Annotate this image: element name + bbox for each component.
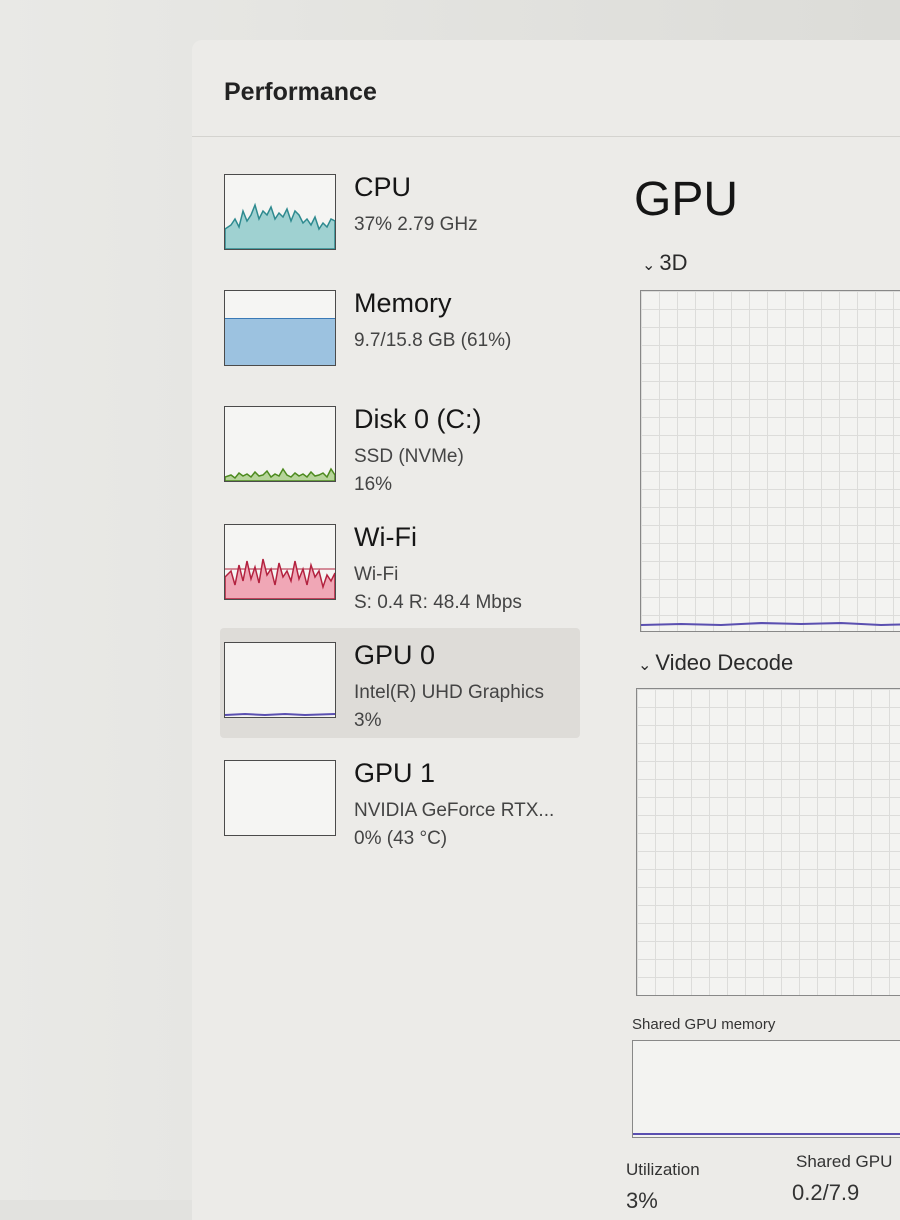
sidebar-item-value: S: 0.4 R: 48.4 Mbps — [354, 592, 522, 613]
engine-3d-selector[interactable]: ⌄ 3D — [642, 250, 688, 276]
page-title: Performance — [224, 78, 377, 106]
task-manager-window: Performance CPU 37% 2.79 GHz Memory 9.7/… — [192, 40, 900, 1220]
wifi-graph-area — [225, 558, 335, 599]
sidebar-item-value: 16% — [354, 474, 393, 495]
engine-video-decode-graph — [636, 688, 900, 996]
cpu-graph-area — [225, 202, 335, 249]
disk-graph-area — [225, 467, 335, 481]
sidebar-item-disk[interactable]: Disk 0 (C:) SSD (NVMe) 16% — [220, 392, 580, 502]
sidebar-item-memory[interactable]: Memory 9.7/15.8 GB (61%) — [220, 276, 580, 386]
sidebar-item-detail: NVIDIA GeForce RTX... — [354, 800, 555, 821]
sidebar-item-title: CPU — [354, 172, 412, 202]
sidebar-item-title: Wi-Fi — [354, 522, 417, 552]
sidebar-item-detail: 37% 2.79 GHz — [354, 214, 478, 235]
shared-gpu-value: 0.2/7.9 — [792, 1180, 860, 1205]
gpu-detail-panel: GPU ⌄ 3D ⌄ Video Decode Shared GPU memory … — [626, 160, 900, 1220]
wifi-mini-graph — [224, 524, 336, 600]
sidebar-item-wifi[interactable]: Wi-Fi Wi-Fi S: 0.4 R: 48.4 Mbps — [220, 510, 580, 620]
performance-sidebar: CPU 37% 2.79 GHz Memory 9.7/15.8 GB (61%… — [192, 160, 592, 920]
sidebar-item-gpu1[interactable]: GPU 1 NVIDIA GeForce RTX... 0% (43 °C) — [220, 746, 580, 856]
gpu0-graph-svg — [225, 712, 335, 717]
wifi-graph-svg — [225, 558, 335, 599]
shared-gpu-memory-svg — [633, 1133, 900, 1135]
shared-gpu-memory-graph — [632, 1040, 900, 1138]
sidebar-item-detail: Intel(R) UHD Graphics — [354, 682, 545, 703]
engine-video-decode-selector[interactable]: ⌄ Video Decode — [638, 650, 793, 676]
shared-gpu-memory-label: Shared GPU memory — [632, 1016, 776, 1033]
sidebar-item-value: 3% — [354, 710, 382, 731]
detail-title: GPU — [634, 173, 739, 226]
engine-3d-usage-line — [641, 621, 900, 627]
utilization-label: Utilization — [626, 1160, 700, 1179]
cpu-graph-svg — [225, 202, 335, 249]
engine-3d-label: 3D — [659, 250, 688, 275]
chevron-down-icon: ⌄ — [642, 257, 656, 274]
sidebar-item-title: GPU 0 — [354, 640, 436, 670]
sidebar-item-title: Memory — [354, 288, 452, 318]
title-divider — [192, 136, 900, 137]
disk-graph-svg — [225, 467, 335, 481]
sidebar-item-detail: SSD (NVMe) — [354, 446, 464, 467]
shared-gpu-label: Shared GPU — [796, 1152, 893, 1171]
sidebar-item-title: GPU 1 — [354, 758, 436, 788]
gpu0-mini-graph — [224, 642, 336, 718]
engine-3d-graph — [640, 290, 900, 632]
sidebar-item-title: Disk 0 (C:) — [354, 404, 482, 434]
disk-mini-graph — [224, 406, 336, 482]
engine-3d-graph-svg — [641, 621, 900, 627]
sidebar-item-detail: Wi-Fi — [354, 564, 399, 585]
memory-mini-graph — [224, 290, 336, 366]
chevron-down-icon: ⌄ — [638, 657, 652, 674]
cpu-mini-graph — [224, 174, 336, 250]
gpu1-mini-graph — [224, 760, 336, 836]
sidebar-item-cpu[interactable]: CPU 37% 2.79 GHz — [220, 160, 580, 270]
engine-video-decode-label: Video Decode — [655, 650, 794, 675]
utilization-value: 3% — [626, 1188, 658, 1213]
sidebar-item-gpu0[interactable]: GPU 0 Intel(R) UHD Graphics 3% — [220, 628, 580, 738]
sidebar-item-value: 0% (43 °C) — [354, 828, 448, 849]
memory-usage-fill — [225, 318, 335, 365]
gpu0-graph-line — [225, 712, 335, 717]
sidebar-item-detail: 9.7/15.8 GB (61%) — [354, 330, 512, 351]
